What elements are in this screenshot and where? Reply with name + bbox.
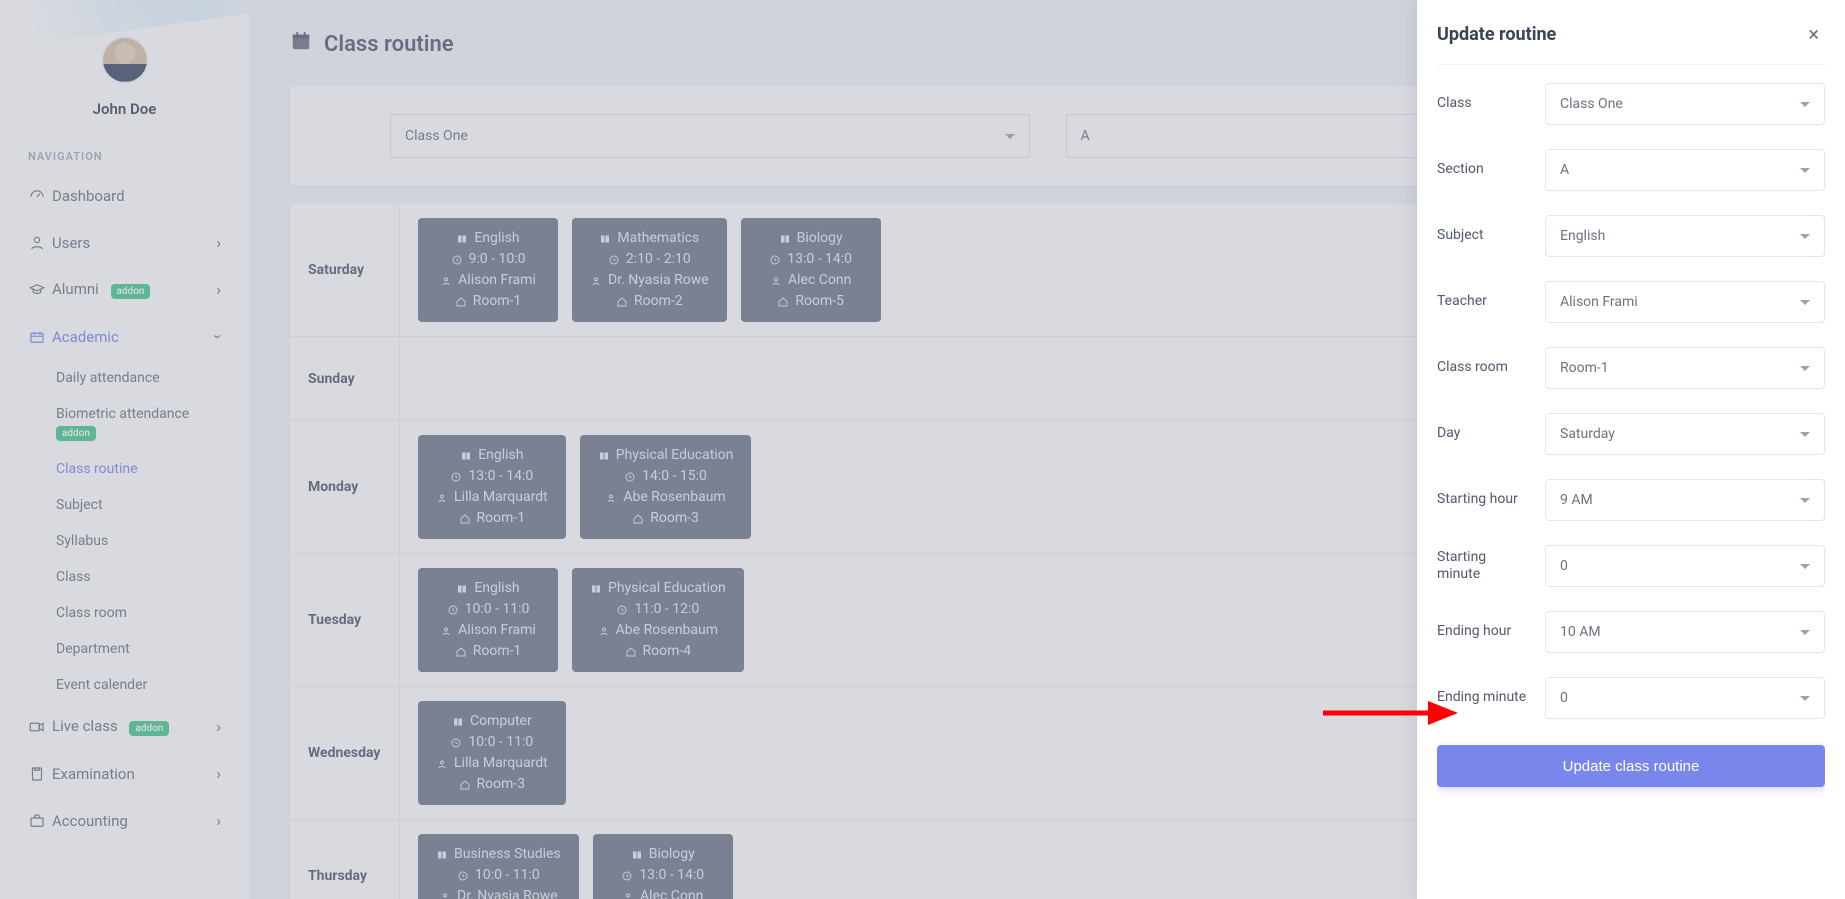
field-ending-hour: Ending hour 10 AM	[1437, 599, 1825, 665]
update-routine-panel: Update routine × Class Class One Section…	[1417, 0, 1845, 899]
field-label: Starting hour	[1437, 491, 1527, 509]
field-label: Starting minute	[1437, 549, 1527, 584]
caret-down-icon	[1800, 432, 1810, 437]
panel-header: Update routine ×	[1437, 18, 1825, 65]
caret-down-icon	[1800, 696, 1810, 701]
field-label: Ending minute	[1437, 689, 1527, 707]
field-ending-minute: Ending minute 0	[1437, 665, 1825, 731]
caret-down-icon	[1800, 564, 1810, 569]
select-value: Class One	[1560, 96, 1800, 112]
panel-body: Class Class One Section A Subject Englis…	[1437, 65, 1825, 881]
field-label: Day	[1437, 425, 1527, 443]
select-value: 0	[1560, 558, 1800, 574]
field-label: Class	[1437, 95, 1527, 113]
subject-select[interactable]: English	[1545, 215, 1825, 257]
panel-title: Update routine	[1437, 24, 1556, 45]
class-room-select[interactable]: Room-1	[1545, 347, 1825, 389]
field-day: Day Saturday	[1437, 401, 1825, 467]
field-section: Section A	[1437, 137, 1825, 203]
select-value: Saturday	[1560, 426, 1800, 442]
select-value: 0	[1560, 690, 1800, 706]
caret-down-icon	[1800, 234, 1810, 239]
section-select[interactable]: A	[1545, 149, 1825, 191]
field-label: Subject	[1437, 227, 1527, 245]
field-class-room: Class room Room-1	[1437, 335, 1825, 401]
field-label: Ending hour	[1437, 623, 1527, 641]
field-teacher: Teacher Alison Frami	[1437, 269, 1825, 335]
day-select[interactable]: Saturday	[1545, 413, 1825, 455]
select-value: 9 AM	[1560, 492, 1800, 508]
select-value: Alison Frami	[1560, 294, 1800, 310]
field-starting-minute: Starting minute 0	[1437, 533, 1825, 599]
caret-down-icon	[1800, 168, 1810, 173]
field-starting-hour: Starting hour 9 AM	[1437, 467, 1825, 533]
field-label: Class room	[1437, 359, 1527, 377]
caret-down-icon	[1800, 498, 1810, 503]
field-label: Section	[1437, 161, 1527, 179]
close-icon[interactable]: ×	[1802, 18, 1825, 50]
ending-minute-select[interactable]: 0	[1545, 677, 1825, 719]
teacher-select[interactable]: Alison Frami	[1545, 281, 1825, 323]
field-subject: Subject English	[1437, 203, 1825, 269]
select-value: 10 AM	[1560, 624, 1800, 640]
caret-down-icon	[1800, 300, 1810, 305]
select-value: English	[1560, 228, 1800, 244]
class-select[interactable]: Class One	[1545, 83, 1825, 125]
select-value: Room-1	[1560, 360, 1800, 376]
caret-down-icon	[1800, 102, 1810, 107]
update-class-routine-button[interactable]: Update class routine	[1437, 745, 1825, 787]
caret-down-icon	[1800, 366, 1810, 371]
select-value: A	[1560, 162, 1800, 178]
ending-hour-select[interactable]: 10 AM	[1545, 611, 1825, 653]
starting-minute-select[interactable]: 0	[1545, 545, 1825, 587]
starting-hour-select[interactable]: 9 AM	[1545, 479, 1825, 521]
field-label: Teacher	[1437, 293, 1527, 311]
caret-down-icon	[1800, 630, 1810, 635]
field-class: Class Class One	[1437, 71, 1825, 137]
